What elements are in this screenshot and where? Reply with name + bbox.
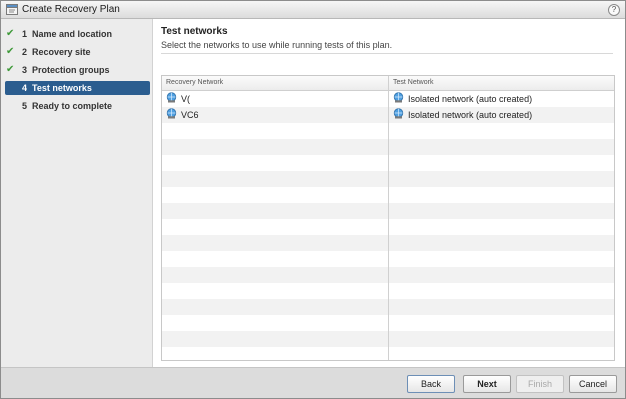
finish-button: Finish bbox=[516, 375, 564, 393]
divider bbox=[161, 53, 613, 54]
check-icon: ✔ bbox=[6, 46, 15, 57]
recovery-network-cell[interactable]: V( bbox=[181, 94, 190, 106]
step-protection-groups[interactable]: ✔ 3 Protection groups bbox=[5, 63, 150, 77]
check-icon: ✔ bbox=[6, 64, 15, 75]
network-mapping-table: Recovery Network Test Network V( Isolate… bbox=[161, 75, 615, 361]
step-label: Test networks bbox=[32, 83, 92, 93]
wizard-footer: Back Next Finish Cancel bbox=[1, 367, 625, 398]
network-icon bbox=[166, 108, 177, 119]
step-label: Ready to complete bbox=[32, 101, 113, 111]
cancel-button[interactable]: Cancel bbox=[569, 375, 617, 393]
column-header-recovery-network[interactable]: Recovery Network bbox=[166, 79, 223, 86]
step-test-networks[interactable]: 4 Test networks bbox=[5, 81, 150, 95]
wizard-steps-sidebar: ✔ 1 Name and location ✔ 2 Recovery site … bbox=[1, 19, 153, 367]
create-recovery-plan-dialog: Create Recovery Plan ? ✔ 1 Name and loca… bbox=[0, 0, 626, 399]
network-icon bbox=[166, 92, 177, 103]
page-title: Test networks bbox=[161, 26, 228, 37]
step-label: Recovery site bbox=[32, 47, 91, 57]
step-name-and-location[interactable]: ✔ 1 Name and location bbox=[5, 27, 150, 41]
check-icon: ✔ bbox=[6, 28, 15, 39]
step-number: 2 bbox=[22, 47, 28, 57]
test-network-cell[interactable]: Isolated network (auto created) bbox=[408, 110, 532, 122]
step-recovery-site[interactable]: ✔ 2 Recovery site bbox=[5, 45, 150, 59]
step-number: 4 bbox=[22, 83, 28, 93]
network-icon bbox=[393, 108, 404, 119]
column-header-test-network[interactable]: Test Network bbox=[393, 79, 433, 86]
title-bar: Create Recovery Plan ? bbox=[1, 1, 625, 19]
help-button[interactable]: ? bbox=[608, 4, 620, 16]
step-number: 3 bbox=[22, 65, 28, 75]
test-networks-page: Test networks Select the networks to use… bbox=[154, 19, 625, 367]
network-icon bbox=[393, 92, 404, 103]
column-divider bbox=[388, 76, 389, 360]
dialog-title: Create Recovery Plan bbox=[22, 4, 120, 15]
back-button[interactable]: Back bbox=[407, 375, 455, 393]
test-network-cell[interactable]: Isolated network (auto created) bbox=[408, 94, 532, 106]
step-label: Name and location bbox=[32, 29, 113, 39]
step-label: Protection groups bbox=[32, 65, 110, 75]
next-button[interactable]: Next bbox=[463, 375, 511, 393]
step-number: 5 bbox=[22, 101, 28, 111]
step-number: 1 bbox=[22, 29, 28, 39]
page-description: Select the networks to use while running… bbox=[161, 40, 393, 50]
recovery-network-cell[interactable]: VC6 bbox=[181, 110, 199, 122]
recovery-plan-icon bbox=[6, 4, 18, 15]
step-ready-to-complete[interactable]: 5 Ready to complete bbox=[5, 99, 150, 113]
